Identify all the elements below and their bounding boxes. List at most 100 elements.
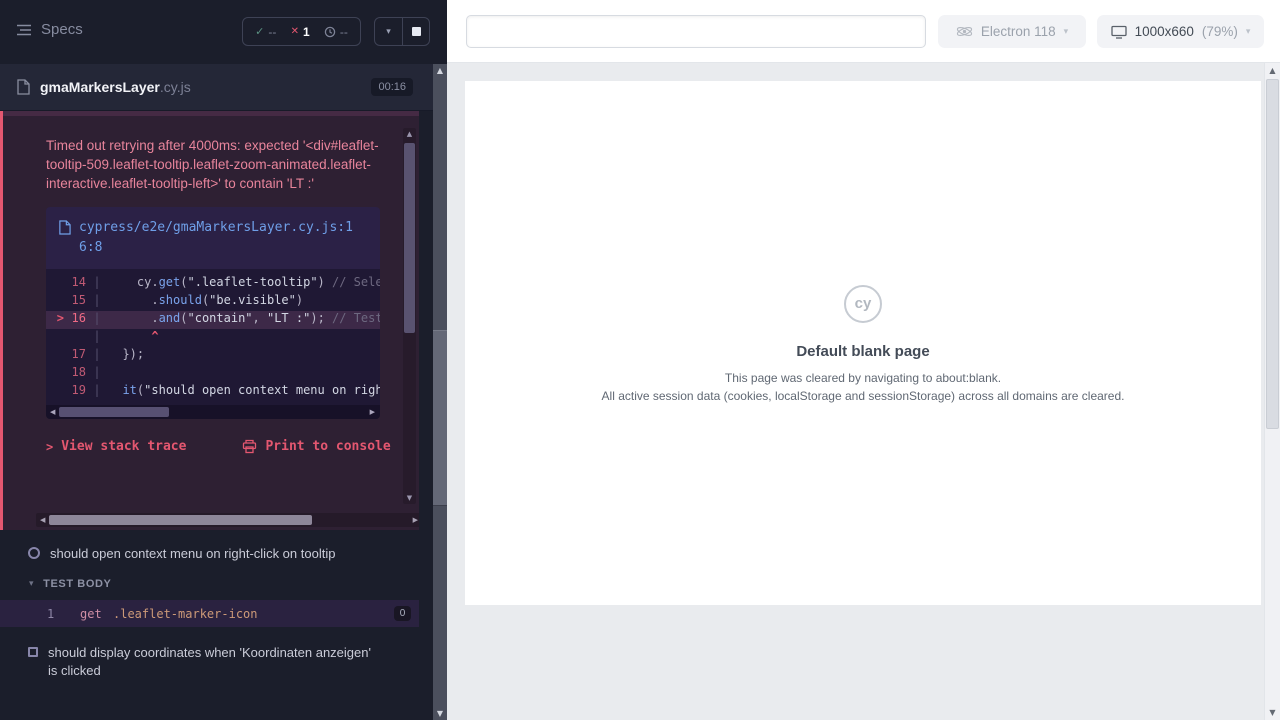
- code-pointer-icon: [46, 365, 64, 383]
- scroll-down-icon[interactable]: ▼: [433, 709, 447, 718]
- error-panel: Timed out retrying after 4000ms: expecte…: [0, 111, 419, 530]
- code-text: ^: [108, 329, 159, 347]
- cypress-app: Specs ✓ -- ✕ 1 --: [0, 0, 1280, 720]
- reporter-scrollbar-thumb[interactable]: [433, 330, 447, 506]
- reporter-panel: Specs ✓ -- ✕ 1 --: [0, 0, 433, 720]
- code-frame: cypress/e2e/gmaMarkersLayer.cy.js:16:8 1…: [46, 207, 380, 419]
- error-hscrollbar[interactable]: ◀ ▶: [36, 513, 419, 527]
- viewport-scale: (79%): [1202, 24, 1238, 39]
- specs-list-icon: [16, 23, 32, 37]
- stop-run-button[interactable]: [402, 18, 429, 45]
- code-text: .and("contain", "LT :"); // Test: [108, 311, 380, 329]
- line-number: 19: [64, 383, 86, 401]
- code-line: >16| .and("contain", "LT :"); // Test: [46, 311, 380, 329]
- scroll-left-icon[interactable]: ◀: [50, 405, 55, 419]
- reporter-scrollbar[interactable]: ▲ ▼: [433, 64, 447, 720]
- cypress-logo: cy: [844, 285, 882, 323]
- gutter-divider: |: [86, 329, 108, 347]
- scroll-right-icon[interactable]: ▶: [370, 405, 375, 419]
- code-frame-hscrollbar[interactable]: ◀ ▶: [46, 405, 380, 419]
- main-scrollbar[interactable]: ▲ ▼: [1264, 63, 1280, 720]
- test-item-active[interactable]: should open context menu on right-click …: [0, 538, 419, 570]
- aut-frame: cy Default blank page This page was clea…: [465, 81, 1261, 605]
- command-number: 1: [47, 607, 80, 621]
- browser-select[interactable]: Electron 118 ▾: [938, 15, 1086, 48]
- error-vscrollbar-thumb[interactable]: [404, 143, 415, 333]
- reporter-header: Specs ✓ -- ✕ 1 --: [0, 0, 433, 64]
- code-text: });: [108, 347, 144, 365]
- error-hscrollbar-thumb[interactable]: [49, 515, 312, 525]
- gutter-divider: |: [86, 347, 108, 365]
- electron-browser-icon: [956, 24, 973, 39]
- spec-extension: .cy.js: [160, 79, 191, 95]
- line-number: 16: [64, 311, 86, 329]
- runner-header: Electron 118 ▾ 1000x660 (79%) ▾: [447, 0, 1280, 63]
- test-title: should open context menu on right-click …: [50, 545, 335, 563]
- code-frame-hscrollbar-thumb[interactable]: [59, 407, 169, 417]
- chevron-right-icon: >: [46, 440, 53, 454]
- code-pointer-icon: [46, 275, 64, 293]
- line-number: 17: [64, 347, 86, 365]
- duration-badge: 00:16: [371, 78, 413, 96]
- run-controls: ▾: [374, 17, 430, 46]
- main-scrollbar-thumb[interactable]: [1266, 79, 1279, 429]
- scroll-up-icon[interactable]: ▲: [433, 66, 447, 75]
- error-message: Timed out retrying after 4000ms: expecte…: [46, 136, 385, 193]
- code-pointer-icon: [46, 293, 64, 311]
- chevron-down-icon: ▾: [29, 579, 34, 589]
- code-pointer-icon: [46, 329, 64, 347]
- command-name: get: [80, 607, 113, 621]
- scroll-down-icon[interactable]: ▼: [1265, 708, 1280, 717]
- test-body-label: TEST BODY: [43, 578, 111, 590]
- code-pointer-icon: [46, 383, 64, 401]
- stat-failed: ✕ 1: [291, 25, 310, 39]
- test-title: should display coordinates when 'Koordin…: [48, 644, 371, 680]
- scroll-left-icon[interactable]: ◀: [40, 513, 45, 527]
- code-pointer-icon: >: [46, 311, 64, 329]
- viewport-size: 1000x660: [1135, 24, 1194, 39]
- gutter-divider: |: [86, 311, 108, 329]
- scroll-down-icon[interactable]: ▼: [403, 494, 416, 502]
- blank-page-title: Default blank page: [465, 343, 1261, 360]
- code-lines: 14| cy.get(".leaflet-tooltip") // Sele15…: [46, 269, 380, 405]
- chevron-down-icon: ▾: [386, 27, 391, 37]
- cross-icon: ✕: [291, 26, 299, 37]
- scroll-up-icon[interactable]: ▲: [1265, 66, 1280, 75]
- line-number: 18: [64, 365, 86, 383]
- command-message: .leaflet-marker-icon: [113, 607, 258, 621]
- chevron-down-icon: ▾: [1246, 27, 1251, 37]
- stat-pending: --: [324, 25, 348, 39]
- code-frame-path: cypress/e2e/gmaMarkersLayer.cy.js:16:8: [79, 218, 368, 258]
- view-stack-trace-link[interactable]: > View stack trace: [46, 439, 186, 454]
- test-body-section[interactable]: ▾ TEST BODY: [0, 570, 419, 598]
- gutter-divider: |: [86, 383, 108, 401]
- url-input[interactable]: [466, 15, 926, 48]
- test-running-icon: [28, 547, 40, 559]
- scroll-up-icon[interactable]: ▲: [403, 130, 416, 138]
- stat-passed: ✓ --: [255, 25, 276, 39]
- print-to-console-button[interactable]: Print to console: [242, 439, 390, 454]
- error-vscrollbar[interactable]: ▲ ▼: [403, 128, 416, 504]
- blank-page-message: All active session data (cookies, localS…: [465, 389, 1261, 403]
- code-text: cy.get(".leaflet-tooltip") // Sele: [108, 275, 380, 293]
- collapse-reporter-button[interactable]: ▾: [375, 18, 402, 45]
- test-item-pending[interactable]: should display coordinates when 'Koordin…: [0, 637, 419, 687]
- specs-menu-button[interactable]: Specs: [16, 21, 83, 38]
- stop-icon: [412, 27, 421, 36]
- test-list: should open context menu on right-click …: [0, 538, 419, 687]
- code-line: 15| .should("be.visible"): [46, 293, 380, 311]
- line-number: 14: [64, 275, 86, 293]
- scroll-right-icon[interactable]: ▶: [413, 513, 418, 527]
- code-frame-file-link[interactable]: cypress/e2e/gmaMarkersLayer.cy.js:16:8: [46, 207, 380, 269]
- spec-file-icon: [16, 79, 30, 95]
- error-panel-top-strip: [3, 111, 419, 116]
- command-count-badge: 0: [394, 606, 411, 621]
- spec-header[interactable]: gmaMarkersLayer.cy.js 00:16: [0, 64, 433, 111]
- browser-label: Electron 118: [981, 24, 1056, 39]
- line-number: [64, 329, 86, 347]
- viewport-select[interactable]: 1000x660 (79%) ▾: [1097, 15, 1264, 48]
- spec-name: gmaMarkersLayer.cy.js: [40, 79, 191, 95]
- stage: cy Default blank page This page was clea…: [447, 63, 1280, 720]
- command-log-row[interactable]: 1 get .leaflet-marker-icon 0: [0, 600, 419, 627]
- code-line: 19| it("should open context menu on righ: [46, 383, 380, 401]
